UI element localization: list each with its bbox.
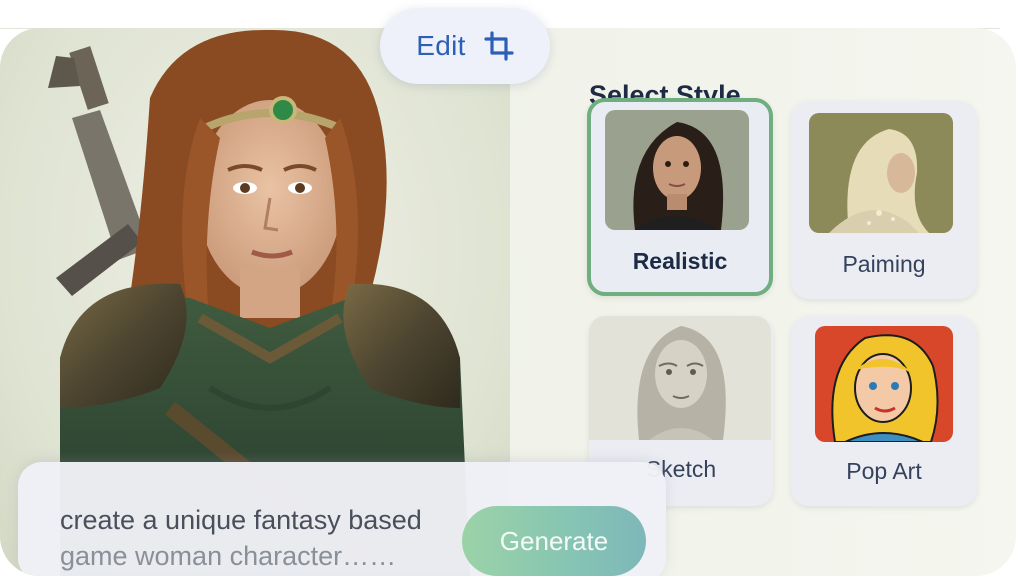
- style-card-paiming[interactable]: Paiming: [791, 101, 977, 299]
- style-label-pop-art: Pop Art: [846, 458, 922, 484]
- style-card-pop-art[interactable]: Pop Art: [791, 316, 977, 506]
- generate-button[interactable]: Generate: [462, 506, 646, 576]
- style-label-realistic: Realistic: [632, 248, 728, 274]
- pop-art-thumbnail: [815, 326, 953, 442]
- style-card-realistic[interactable]: Realistic: [587, 98, 773, 296]
- prompt-input[interactable]: create a unique fantasy based game woman…: [60, 502, 470, 574]
- prompt-box[interactable]: create a unique fantasy based game woman…: [18, 462, 666, 576]
- crop-icon: [484, 31, 514, 61]
- prompt-line-1: create a unique fantasy based: [60, 505, 422, 535]
- edit-label: Edit: [416, 30, 466, 61]
- app-canvas: Select Style Realistic Paiming Sketch Po…: [0, 28, 1016, 576]
- paiming-thumbnail: [809, 113, 953, 233]
- realistic-thumbnail: [605, 110, 749, 230]
- prompt-line-2: game woman character……: [60, 541, 397, 571]
- style-label-paiming: Paiming: [842, 251, 926, 277]
- edit-button[interactable]: Edit: [380, 8, 550, 84]
- sketch-thumbnail: [589, 316, 771, 440]
